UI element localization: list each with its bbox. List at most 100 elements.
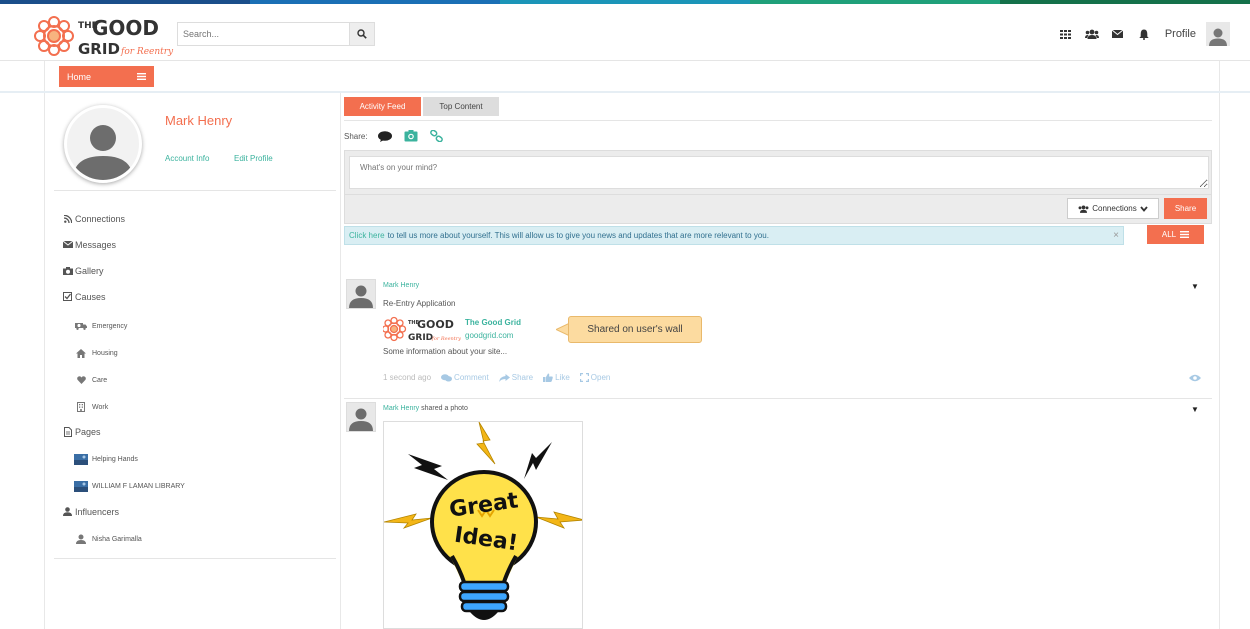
notifications-button[interactable] (1131, 24, 1157, 44)
page-item-library[interactable]: WILLIAM F LAMAN LIBRARY (74, 480, 185, 492)
header-avatar[interactable] (1206, 22, 1230, 46)
cause-item-emergency[interactable]: Emergency (74, 320, 127, 332)
cause-label: Care (92, 376, 108, 384)
sidebar-divider (54, 558, 336, 559)
sidebar-divider (54, 190, 336, 191)
cause-item-care[interactable]: Care (74, 374, 107, 386)
sidebar-item-gallery[interactable]: Gallery (62, 265, 104, 276)
post-options-caret[interactable]: ▼ (1191, 405, 1199, 414)
account-info-link[interactable]: Account Info (165, 154, 209, 163)
sidebar-item-label: Gallery (75, 265, 104, 276)
post-author[interactable]: Mark Henry (383, 405, 419, 412)
sidebar-item-messages[interactable]: Messages (62, 239, 116, 250)
share-status-button[interactable] (376, 128, 394, 144)
edit-profile-link[interactable]: Edit Profile (234, 154, 273, 163)
influencer-item[interactable]: Nisha Garimalla (74, 533, 142, 545)
sidebar-item-label: Messages (75, 239, 117, 250)
share-button[interactable]: Share (1164, 198, 1207, 219)
status-textarea[interactable] (349, 156, 1209, 189)
like-button[interactable]: Like (543, 373, 570, 382)
users-icon (1078, 205, 1089, 213)
share-type-row: Share: (344, 128, 446, 144)
share-link-button[interactable] (428, 128, 446, 144)
camera-icon (404, 130, 418, 142)
comments-icon (441, 373, 453, 381)
tab-top-content[interactable]: Top Content (423, 97, 499, 116)
sidebar-item-label: Connections (75, 213, 126, 224)
file-icon (62, 426, 73, 437)
cause-label: Emergency (92, 322, 128, 330)
rss-icon (62, 213, 73, 224)
post-verb: shared a photo (421, 405, 468, 412)
link-preview-title[interactable]: The Good Grid (465, 318, 521, 327)
messages-button[interactable] (1105, 24, 1131, 44)
audience-dropdown[interactable]: Connections (1067, 198, 1159, 219)
profile-link[interactable]: Profile (1165, 28, 1196, 40)
share-photo-button[interactable] (402, 128, 420, 144)
page-label: WILLIAM F LAMAN LIBRARY (92, 482, 185, 490)
logo-tagline: for Reentry (431, 336, 461, 342)
post-views-button[interactable] (1189, 373, 1201, 385)
post-author-avatar[interactable] (346, 279, 376, 309)
expand-icon (579, 373, 589, 382)
top-navbar: THE GOOD GRID for Reentry Profile (0, 4, 1250, 61)
user-silhouette-icon (349, 285, 373, 308)
tab-activity-feed[interactable]: Activity Feed (344, 97, 421, 116)
share-label: Share: (344, 131, 368, 141)
comment-button[interactable]: Comment (441, 373, 489, 382)
feed-filter-button[interactable]: ALL (1147, 225, 1204, 244)
profile-avatar[interactable] (64, 105, 142, 183)
user-icon (62, 506, 73, 517)
page-label: Helping Hands (92, 455, 138, 463)
connections-button[interactable] (1079, 24, 1105, 44)
sidebar-item-label: Causes (75, 291, 106, 302)
search-input[interactable] (177, 22, 349, 46)
sidebar-item-label: Pages (75, 426, 101, 437)
building-icon (74, 401, 88, 413)
user-silhouette-icon (73, 125, 133, 180)
cause-item-work[interactable]: Work (74, 401, 108, 413)
comment-icon (377, 130, 392, 142)
shared-photo[interactable]: Great Idea! (383, 421, 583, 629)
post-author[interactable]: Mark Henry (383, 282, 419, 289)
left-sidebar: Mark Henry Account Info Edit Profile Con… (54, 93, 336, 563)
share-icon (498, 373, 510, 382)
search-button[interactable] (349, 22, 375, 46)
camera-icon (62, 265, 73, 276)
post-author-avatar[interactable] (346, 402, 376, 432)
audience-label: Connections (1092, 204, 1137, 213)
sub-navbar: Home (44, 61, 1220, 91)
home-icon (74, 347, 88, 359)
apps-button[interactable] (1053, 24, 1079, 44)
link-preview-logo[interactable]: THE GOOD GRID for Reentry (381, 314, 461, 344)
sidebar-item-causes[interactable]: Causes (62, 291, 106, 302)
sidebar-item-connections[interactable]: Connections (62, 213, 125, 224)
post-actions: 1 second ago Comment Share Like Open (383, 373, 610, 382)
share-post-button[interactable]: Share (498, 373, 533, 382)
close-icon[interactable]: × (1113, 230, 1119, 241)
post-divider (344, 398, 1212, 399)
home-menu-button[interactable]: Home (59, 66, 154, 87)
page-item-helping-hands[interactable]: Helping Hands (74, 453, 138, 465)
cause-label: Housing (92, 349, 118, 357)
logo-grid: GRID (408, 333, 433, 343)
annotation-callout: Shared on user's wall (568, 316, 702, 343)
page-thumbnail (74, 480, 88, 492)
info-link[interactable]: Click here (349, 231, 385, 240)
cause-item-housing[interactable]: Housing (74, 347, 118, 359)
filter-label: ALL (1161, 230, 1177, 239)
grid-icon (1060, 29, 1072, 39)
tab-underline (344, 120, 1212, 121)
sidebar-item-pages[interactable]: Pages (62, 426, 101, 437)
ambulance-icon (74, 320, 88, 332)
post-options-caret[interactable]: ▼ (1191, 282, 1199, 291)
link-preview-domain[interactable]: goodgrid.com (465, 331, 513, 340)
post-title: Re-Entry Application (383, 299, 456, 308)
check-square-icon (62, 291, 73, 302)
open-button[interactable]: Open (579, 373, 610, 382)
profile-name[interactable]: Mark Henry (165, 113, 232, 128)
logo-good: GOOD (417, 318, 454, 331)
search-icon (357, 29, 367, 39)
good-grid-logo[interactable]: THE GOOD GRID for Reentry (32, 10, 177, 58)
sidebar-item-influencers[interactable]: Influencers (62, 506, 119, 517)
